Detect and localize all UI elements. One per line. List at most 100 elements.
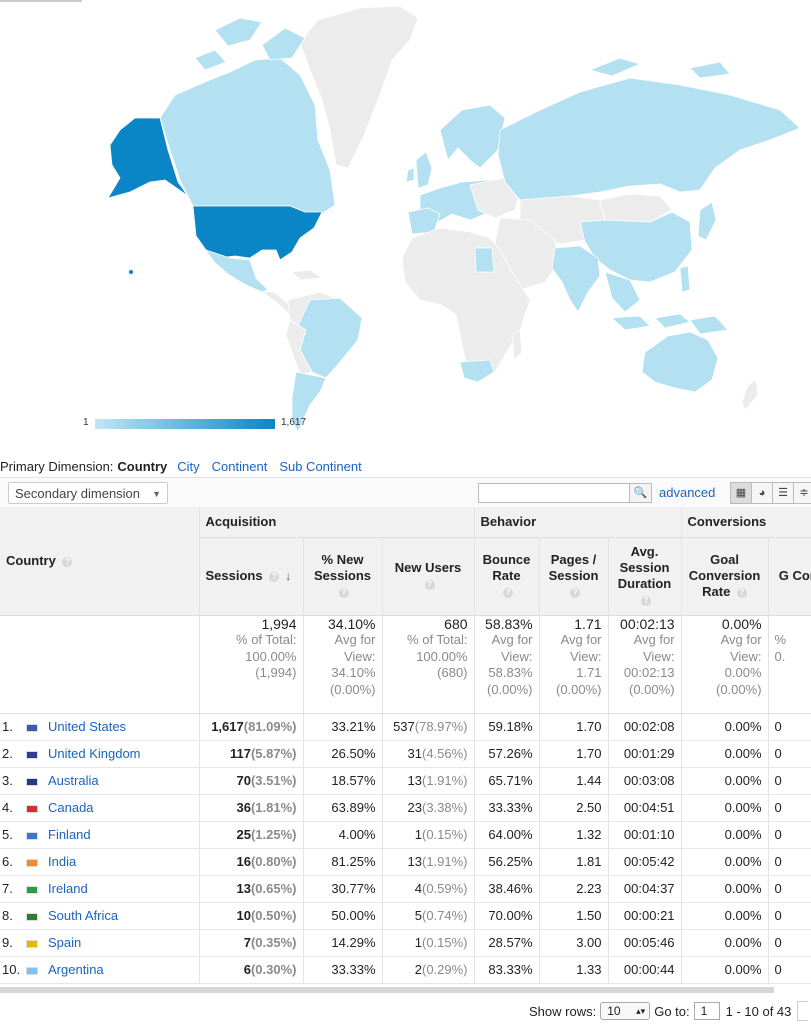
- dimension-continent[interactable]: Continent: [212, 459, 268, 474]
- col-new-sessions[interactable]: % New Sessions?: [303, 537, 383, 616]
- performance-view-icon[interactable]: ☰: [772, 482, 794, 504]
- total-sub: % of Total:: [407, 632, 468, 647]
- comp-cell: 0: [768, 875, 811, 903]
- goto-input[interactable]: 1: [693, 1002, 720, 1020]
- map-indonesia[interactable]: [611, 313, 729, 335]
- col-avg-duration-label: Avg. Session Duration: [617, 544, 672, 591]
- pagination-bar: Show rows: 10 ▴▾ Go to: 1 1 - 10 of 43: [529, 1001, 809, 1021]
- total-sessions-value: 1,994: [261, 615, 297, 632]
- row-index: 10.: [2, 962, 21, 977]
- new-users-value: 31: [407, 746, 422, 761]
- pie-view-icon[interactable]: ◕: [751, 482, 773, 504]
- map-egypt[interactable]: [474, 247, 495, 273]
- total-sub: View:: [500, 648, 533, 664]
- country-link[interactable]: Finland: [48, 827, 91, 842]
- duration-cell: 00:04:51: [608, 794, 682, 822]
- map-south-africa[interactable]: [459, 359, 495, 383]
- dimension-country: Country: [117, 459, 168, 474]
- country-header-label: Country: [6, 553, 56, 569]
- table-row[interactable]: 2. United Kingdom 117(5.87%) 26.50% 31(4.56%…: [0, 740, 811, 768]
- total-new-sessions: 34.10% Avg for View: 34.10% (0.00%): [303, 615, 383, 714]
- advanced-filter-link[interactable]: advanced: [659, 485, 715, 500]
- table-row[interactable]: 3. Australia 70(3.51%) 18.57% 13(1.91%) 65.71…: [0, 767, 811, 795]
- col-pages-session-label: Pages / Session: [548, 552, 599, 583]
- search-icon[interactable]: 🔍: [630, 483, 652, 503]
- map-caribbean[interactable]: [291, 269, 324, 281]
- col-new-users[interactable]: New Users?: [382, 537, 475, 616]
- map-japan[interactable]: [697, 201, 717, 241]
- bounce-cell: 56.25%: [474, 848, 540, 876]
- country-link[interactable]: Spain: [48, 935, 81, 950]
- col-new-sessions-label: % New Sessions: [313, 552, 372, 583]
- show-rows-value: 10: [607, 1004, 621, 1018]
- sessions-cell: 36(1.81%): [199, 794, 304, 822]
- country-link[interactable]: South Africa: [48, 908, 118, 923]
- map-madagascar[interactable]: [511, 329, 523, 361]
- show-rows-select[interactable]: 10 ▴▾: [600, 1002, 651, 1020]
- map-hawaii[interactable]: [129, 270, 133, 274]
- comp-cell: 0: [768, 713, 811, 741]
- col-goal-completions[interactable]: G Comp: [768, 537, 811, 616]
- country-header[interactable]: Country ?: [0, 507, 200, 616]
- map-philippines[interactable]: [679, 265, 691, 293]
- next-page-button[interactable]: [797, 1001, 809, 1021]
- goal-cell: 0.00%: [681, 956, 769, 984]
- new-sessions-cell: 4.00%: [303, 821, 383, 849]
- table-row[interactable]: 5. Finland 25(1.25%) 4.00% 1(0.15%) 64.00% 1.3…: [0, 821, 811, 849]
- col-pages-session[interactable]: Pages / Session?: [539, 537, 609, 616]
- map-scandinavia[interactable]: [439, 104, 506, 169]
- country-link[interactable]: Ireland: [48, 881, 88, 896]
- total-sub: Avg for: [334, 632, 376, 647]
- col-goal-conversion[interactable]: Goal Conversion Rate ?: [681, 537, 769, 616]
- table-search-input[interactable]: [478, 483, 630, 503]
- map-canada[interactable]: [159, 57, 336, 216]
- table-row[interactable]: 9. Spain 7(0.35%) 14.29% 1(0.15%) 28.57% 3.00 0…: [0, 929, 811, 957]
- map-new-zealand[interactable]: [741, 379, 759, 411]
- table-row[interactable]: 4. Canada 36(1.81%) 63.89% 23(3.38%) 33.33% 2.…: [0, 794, 811, 822]
- horizontal-scrollbar[interactable]: [0, 987, 774, 993]
- table-row[interactable]: 8. South Africa 10(0.50%) 50.00% 5(0.74%) 70.…: [0, 902, 811, 930]
- table-row[interactable]: 1. United States 1,617(81.09%) 33.21% 537(78…: [0, 713, 811, 741]
- col-avg-duration[interactable]: Avg. Session Duration?: [608, 537, 682, 616]
- flag-icon: [26, 858, 38, 867]
- table-toolbar: Secondary dimension ▼ 🔍 advanced ▦ ◕ ☰ ≑: [0, 477, 811, 509]
- new-users-pct: (0.59%): [421, 881, 468, 896]
- country-link[interactable]: Argentina: [48, 962, 104, 977]
- bounce-cell: 59.18%: [474, 713, 540, 741]
- secondary-dimension-dropdown[interactable]: Secondary dimension ▼: [8, 482, 168, 504]
- group-acquisition: Acquisition: [199, 507, 475, 538]
- new-users-pct: (0.74%): [421, 908, 468, 923]
- map-india[interactable]: [551, 245, 601, 313]
- flag-icon: [26, 777, 38, 786]
- table-row[interactable]: 6. India 16(0.80%) 81.25% 13(1.91%) 56.25% 1.8…: [0, 848, 811, 876]
- table-row[interactable]: 7. Ireland 13(0.65%) 30.77% 4(0.59%) 38.46% 2.…: [0, 875, 811, 903]
- col-bounce-rate[interactable]: Bounce Rate?: [474, 537, 540, 616]
- comparison-view-icon[interactable]: ≑: [793, 482, 811, 504]
- country-link[interactable]: India: [48, 854, 76, 869]
- total-sub: (0.00%): [486, 681, 533, 697]
- col-sessions[interactable]: Sessions ? ↓: [199, 537, 304, 616]
- table-view-icon[interactable]: ▦: [730, 482, 752, 504]
- country-link[interactable]: Canada: [48, 800, 94, 815]
- new-users-pct: (0.29%): [421, 962, 468, 977]
- col-sessions-label: Sessions: [205, 568, 263, 583]
- show-rows-label: Show rows:: [529, 1003, 597, 1019]
- comp-cell: 0: [768, 821, 811, 849]
- country-cell: 7. Ireland: [0, 875, 200, 903]
- dimension-city[interactable]: City: [177, 459, 199, 474]
- table-row[interactable]: 10. Argentina 6(0.30%) 33.33% 2(0.29%) 83.33%…: [0, 956, 811, 984]
- map-russia-islands[interactable]: [588, 57, 731, 79]
- map-uk-ireland[interactable]: [405, 151, 433, 189]
- sessions-value: 70: [236, 773, 251, 788]
- total-goal-value: 0.00%: [721, 615, 762, 632]
- country-link[interactable]: United Kingdom: [48, 746, 141, 761]
- group-header-row: Country ? Acquisition Behavior Conversio…: [0, 507, 811, 616]
- map-russia[interactable]: [497, 77, 801, 205]
- country-link[interactable]: Australia: [48, 773, 99, 788]
- dimension-sub-continent[interactable]: Sub Continent: [279, 459, 361, 474]
- world-map[interactable]: [0, 0, 811, 445]
- goal-cell: 0.00%: [681, 794, 769, 822]
- map-australia[interactable]: [641, 331, 719, 393]
- country-link[interactable]: United States: [48, 719, 126, 734]
- new-users-value: 2: [414, 962, 422, 977]
